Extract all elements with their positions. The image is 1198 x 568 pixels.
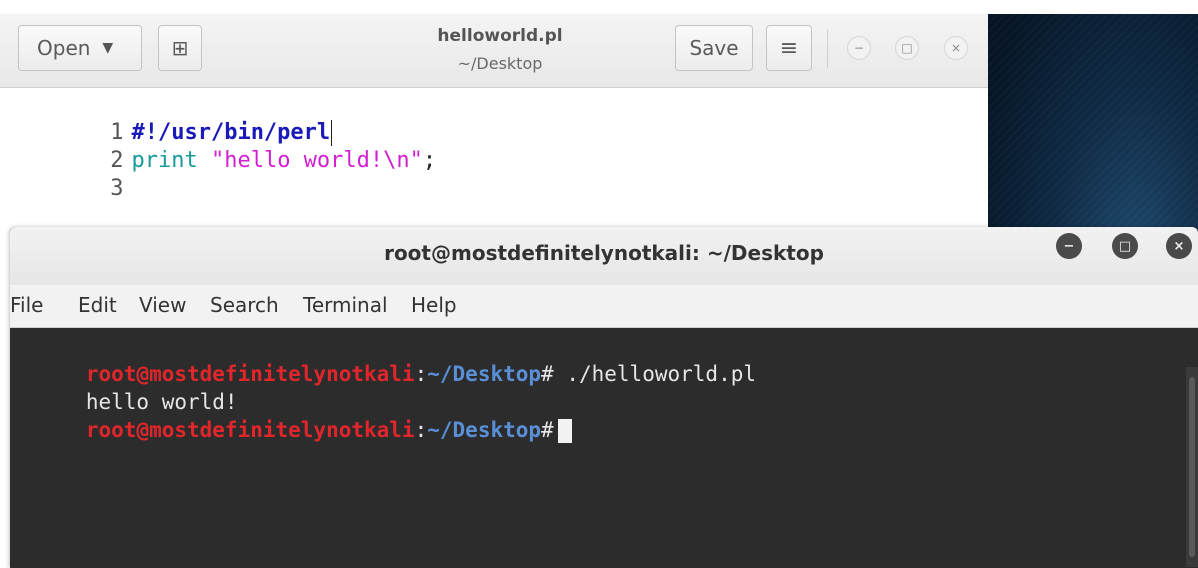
terminal-cursor: [557, 419, 572, 443]
code-line-3[interactable]: 3: [0, 144, 131, 201]
code-line-2[interactable]: 2 print "hello world!\n";: [0, 116, 436, 173]
terminal-close-button[interactable]: ×: [1166, 233, 1192, 259]
menu-file[interactable]: File: [10, 293, 43, 317]
maximize-icon: □: [1118, 238, 1132, 254]
code-editor[interactable]: 1 #!/usr/bin/perl 2 print "hello world!\n"…: [0, 88, 988, 228]
terminal-titlebar[interactable]: root@mostdefinitelynotkali: ~/Desktop − …: [10, 227, 1198, 285]
menu-help[interactable]: Help: [411, 293, 457, 317]
minimize-icon: −: [853, 41, 865, 55]
prompt-hash: #: [541, 362, 554, 386]
terminal-window: root@mostdefinitelynotkali: ~/Desktop − …: [10, 227, 1198, 568]
close-button[interactable]: ×: [944, 36, 968, 60]
new-document-button[interactable]: ⊞: [158, 25, 202, 71]
terminal-line-2: hello world!: [10, 360, 238, 414]
menu-search[interactable]: Search: [210, 293, 279, 317]
prompt-path: ~/Desktop: [427, 362, 542, 386]
close-icon: ×: [1173, 238, 1185, 254]
prompt-user: root@mostdefinitelynotkali: [85, 418, 415, 442]
terminal-scrollbar[interactable]: [1186, 367, 1198, 567]
terminal-menubar: File Edit View Search Terminal Help: [10, 285, 1198, 328]
minimize-button[interactable]: −: [847, 36, 871, 60]
save-button[interactable]: Save: [675, 25, 753, 71]
menu-edit[interactable]: Edit: [78, 293, 117, 317]
minimize-icon: −: [1063, 238, 1075, 254]
command-text: ./helloworld.pl: [553, 362, 756, 386]
hamburger-menu-icon: ≡: [779, 35, 799, 61]
terminal-maximize-button[interactable]: □: [1112, 233, 1138, 259]
terminal-line-1: root@mostdefinitelynotkali:~/Desktop# ./…: [10, 332, 756, 386]
terminal-minimize-button[interactable]: −: [1056, 233, 1082, 259]
maximize-icon: □: [901, 41, 913, 55]
menu-view[interactable]: View: [139, 293, 186, 317]
prompt-colon: :: [414, 362, 428, 386]
open-button[interactable]: Open ▼: [18, 25, 142, 71]
line-number: 3: [110, 176, 124, 201]
open-button-label: Open: [37, 36, 91, 60]
prompt-hash: #: [541, 418, 554, 442]
prompt-colon: :: [414, 418, 428, 442]
gedit-header-bar: Open ▼ ⊞ helloworld.pl ~/Desktop Save ≡ …: [0, 14, 988, 88]
gedit-window: Open ▼ ⊞ helloworld.pl ~/Desktop Save ≡ …: [0, 14, 988, 228]
maximize-button[interactable]: □: [895, 36, 919, 60]
document-title: helloworld.pl: [437, 26, 563, 46]
close-icon: ×: [950, 41, 962, 55]
print-keyword: print: [131, 148, 198, 173]
semicolon: ;: [422, 148, 437, 173]
terminal-title: root@mostdefinitelynotkali: ~/Desktop: [384, 241, 824, 265]
code-line-1[interactable]: 1 #!/usr/bin/perl: [0, 88, 333, 146]
prompt-path: ~/Desktop: [427, 418, 542, 442]
chevron-down-icon: ▼: [102, 40, 114, 56]
menu-terminal[interactable]: Terminal: [303, 293, 388, 317]
terminal-line-3: root@mostdefinitelynotkali:~/Desktop#: [10, 388, 572, 443]
new-document-icon: ⊞: [171, 36, 189, 60]
terminal-output[interactable]: root@mostdefinitelynotkali:~/Desktop# ./…: [10, 328, 1198, 568]
hamburger-menu-button[interactable]: ≡: [766, 25, 812, 71]
header-separator: [827, 30, 828, 68]
string-literal: "hello world!\n": [210, 148, 423, 173]
document-path: ~/Desktop: [457, 54, 543, 73]
